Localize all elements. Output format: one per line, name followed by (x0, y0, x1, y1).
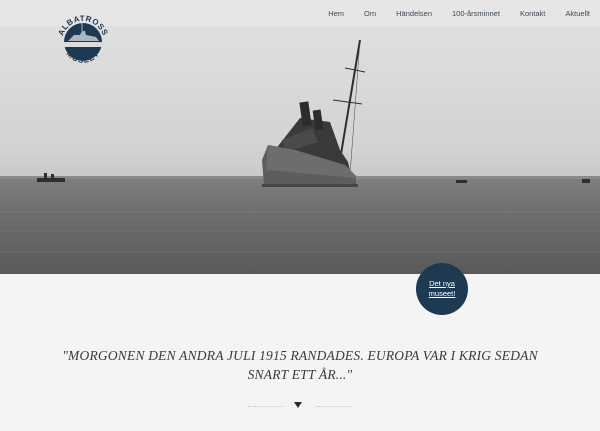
badge-line-1: Det nya (429, 279, 455, 288)
chevron-down-icon[interactable] (294, 402, 302, 408)
new-museum-badge-button[interactable]: Det nya museet! (416, 263, 468, 315)
nav-item-hem[interactable]: Hem (328, 9, 344, 18)
divider-line-left (248, 406, 284, 407)
quote-line-2: SNART ETT ÅR..." (247, 367, 353, 382)
nav-item-om[interactable]: Om (364, 9, 376, 18)
nav-item-aktuellt[interactable]: Aktuellt (565, 9, 590, 18)
logo-emblem-icon: ALBATROSS MUSEET (56, 14, 109, 65)
nav-item-kontakt[interactable]: Kontakt (520, 9, 545, 18)
badge-line-2: museet! (428, 289, 456, 298)
main-nav: Hem Om Händelsen 100-årsminnet Kontakt A… (308, 0, 590, 26)
ship-silhouette (262, 39, 366, 187)
divider-line-right (316, 406, 352, 407)
intro-quote: "MORGONEN DEN ANDRA JULI 1915 RANDADES. … (20, 346, 580, 384)
nav-item-handelsen[interactable]: Händelsen (396, 9, 432, 18)
albatross-museet-logo[interactable]: ALBATROSS MUSEET (52, 11, 114, 73)
scroll-divider (248, 401, 352, 411)
nav-item-100-arsminnet[interactable]: 100-årsminnet (452, 9, 500, 18)
quote-line-1: "MORGONEN DEN ANDRA JULI 1915 RANDADES. … (62, 348, 538, 363)
